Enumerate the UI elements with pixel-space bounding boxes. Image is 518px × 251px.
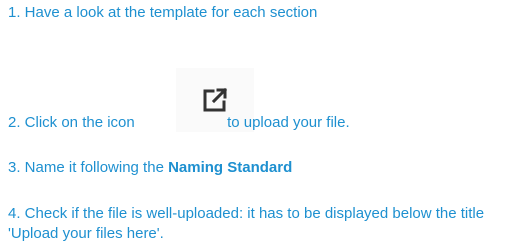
open-external-icon bbox=[203, 87, 228, 112]
step-1-text: 1. Have a look at the template for each … bbox=[8, 4, 318, 21]
step-2-after: to upload your file. bbox=[222, 114, 350, 131]
step-2-text: 2. Click on the icon to upload your file… bbox=[8, 113, 350, 133]
step-2-before: 2. Click on the icon bbox=[8, 114, 139, 131]
step-4-text: 4. Check if the file is well-uploaded: i… bbox=[8, 205, 485, 242]
step-3-text: 3. Name it following the Naming Standard bbox=[8, 158, 292, 178]
step-3-before: 3. Name it following the bbox=[8, 159, 169, 176]
naming-standard-link[interactable]: Naming Standard bbox=[168, 159, 292, 176]
